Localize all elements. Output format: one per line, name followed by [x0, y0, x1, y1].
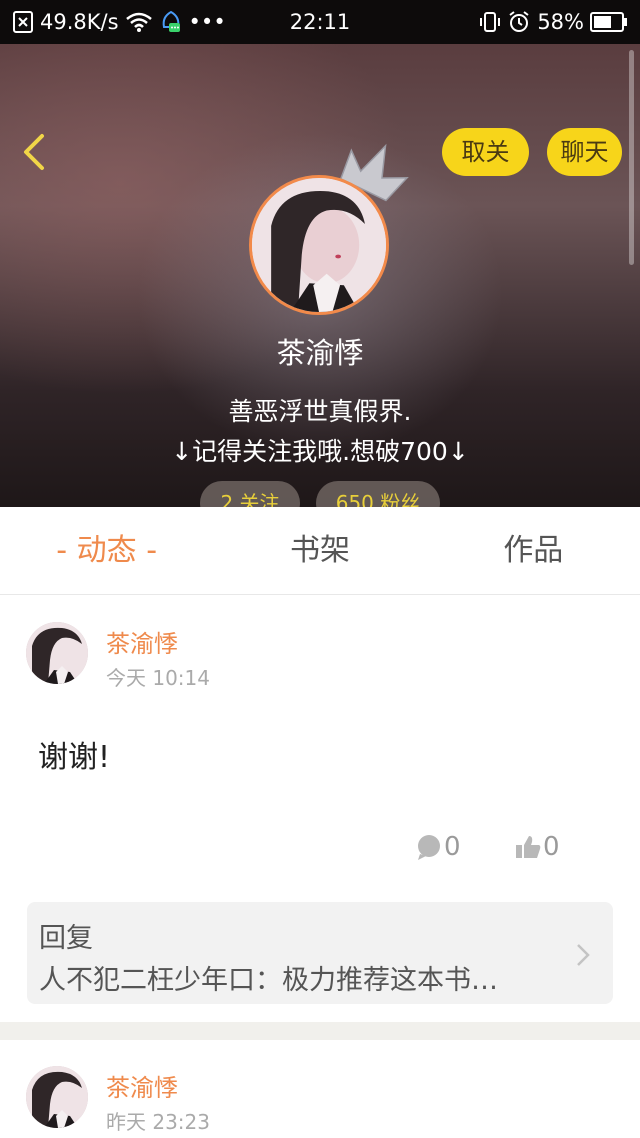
following-count-button[interactable]: 2 关注: [200, 481, 300, 507]
vibrate-icon: [479, 10, 501, 34]
post-stats: 0 0: [0, 825, 640, 869]
avatar-image: [252, 178, 386, 312]
fans-count-button[interactable]: 650 粉丝: [316, 481, 440, 507]
author-name[interactable]: 茶渝悸: [106, 1068, 178, 1103]
profile-header: 取关 聊天 茶渝悸 善恶浮世真假界. ↓记得关注我哦.想破700↓ 2 关注 6…: [0, 44, 640, 507]
tab-activity[interactable]: - 动态 -: [0, 507, 213, 594]
profile-bio: 善恶浮世真假界. ↓记得关注我哦.想破700↓: [0, 392, 640, 472]
scrollbar-thumb[interactable]: [629, 50, 634, 265]
post-content: 谢谢!: [38, 740, 111, 775]
avatar[interactable]: [26, 622, 88, 684]
bio-line-2: ↓记得关注我哦.想破700↓: [171, 437, 469, 466]
tab-works[interactable]: 作品: [427, 507, 640, 594]
comment-count: 0: [444, 832, 461, 862]
status-bar-right: 58%: [479, 7, 628, 37]
post-time: 今天 10:14: [106, 666, 210, 690]
author-name[interactable]: 茶渝悸: [106, 624, 178, 659]
post-header: 茶渝悸 今天 10:14: [26, 622, 616, 690]
thumbs-up-icon: [516, 836, 541, 858]
reply-text: 人不犯二枉少年口：极力推荐这本书…: [39, 965, 498, 996]
comment-button[interactable]: 0: [416, 825, 461, 869]
comment-icon: [418, 835, 440, 860]
profile-avatar[interactable]: [249, 175, 389, 315]
status-bar: 49.8K/s ••• 22:11 58%: [0, 0, 640, 44]
avatar-image: [26, 622, 88, 684]
reply-preview[interactable]: 回复 人不犯二枉少年口：极力推荐这本书…: [27, 902, 613, 1004]
chevron-right-icon: [577, 944, 590, 966]
post-header: 茶渝悸 昨天 23:23: [26, 1066, 616, 1134]
battery-percent: 58%: [537, 10, 584, 34]
bio-line-1: 善恶浮世真假界.: [228, 397, 412, 426]
alarm-icon: [507, 10, 531, 34]
avatar-image: [26, 1066, 88, 1128]
chevron-left-icon: [24, 134, 44, 170]
battery-icon: [590, 11, 628, 33]
like-button[interactable]: 0: [515, 825, 560, 869]
chat-button[interactable]: 聊天: [547, 128, 622, 176]
like-count: 0: [543, 832, 560, 862]
tab-bookshelf[interactable]: 书架: [213, 507, 426, 594]
reply-label: 回复: [39, 923, 93, 954]
profile-tabs: - 动态 - 书架 作品: [0, 507, 640, 595]
post-time: 昨天 23:23: [106, 1110, 210, 1134]
profile-name: 茶渝悸: [276, 336, 364, 370]
avatar[interactable]: [26, 1066, 88, 1128]
unfollow-button[interactable]: 取关: [442, 128, 529, 176]
back-button[interactable]: [14, 128, 54, 176]
post-divider: [0, 1022, 640, 1040]
